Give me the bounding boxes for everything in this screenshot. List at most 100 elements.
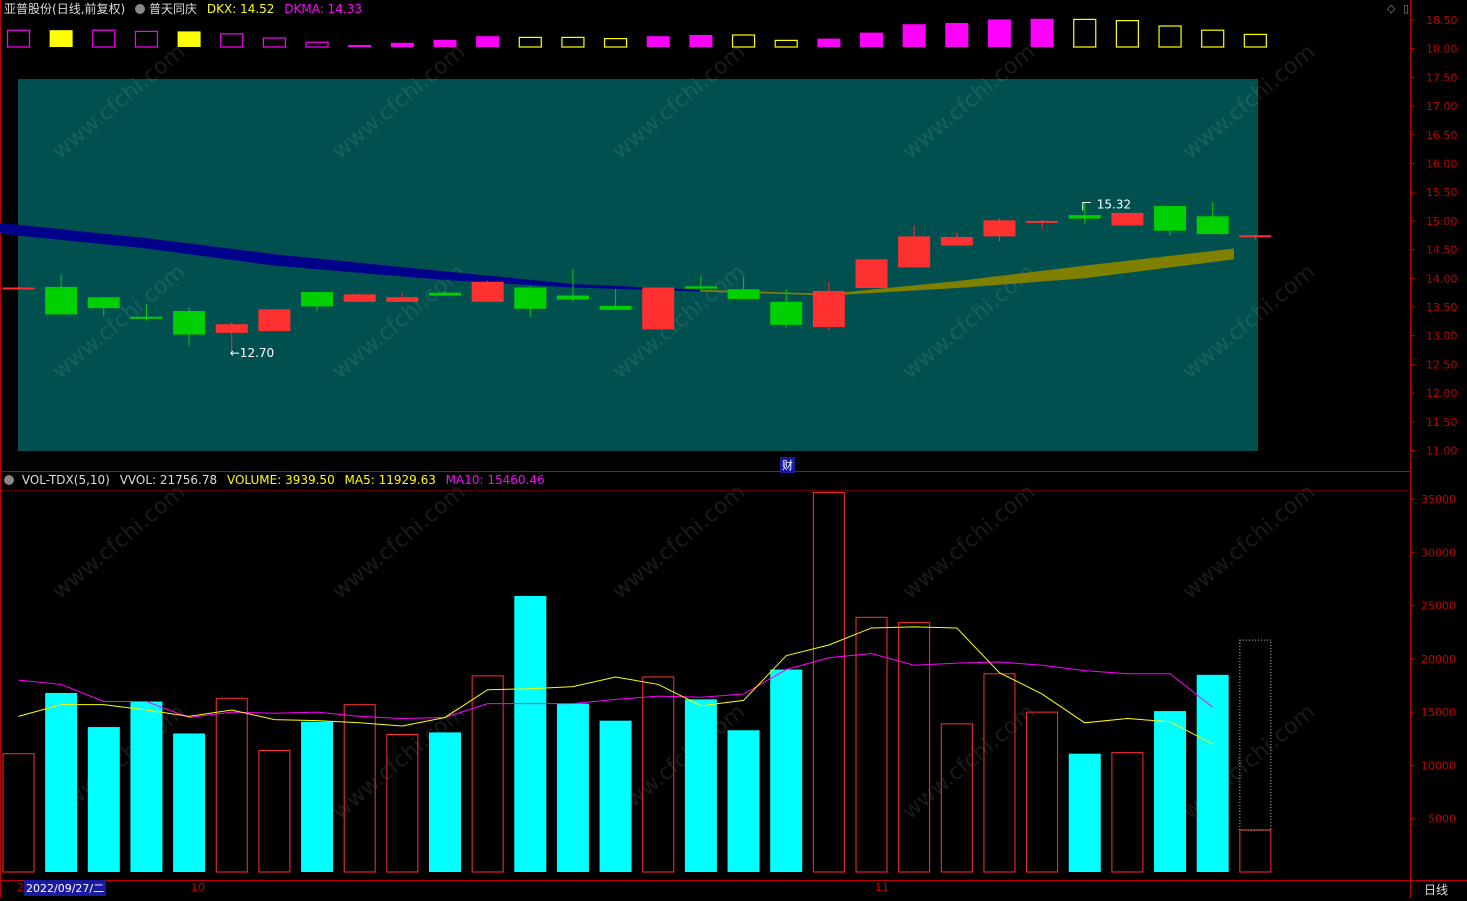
price-tick-label: 17.00 <box>1426 100 1458 113</box>
high-annotation: 15.32 <box>1097 198 1131 212</box>
ma10-value: MA10: 15460.46 <box>445 473 545 487</box>
signal-box-filled <box>689 35 713 47</box>
signal-box-filled <box>860 32 883 47</box>
signal-box-hollow <box>134 30 159 48</box>
signal-box-hollow <box>92 29 116 48</box>
volume-bar-up <box>898 622 931 873</box>
volume-tick-label: 35000 <box>1421 493 1456 506</box>
pin-icon[interactable]: ▯ <box>1403 2 1409 15</box>
candle-up <box>983 220 1016 237</box>
price-tick-label: 11.00 <box>1426 445 1458 458</box>
signal-box-filled <box>390 42 414 47</box>
candle-down <box>770 301 803 325</box>
ma5-value: MA5: 11929.63 <box>344 473 436 487</box>
signal-box-filled <box>348 45 372 47</box>
signal-box-filled <box>49 30 73 47</box>
volume-bar-up <box>215 697 248 873</box>
signal-box-hollow <box>220 33 244 48</box>
cursor-date-label: 2022/09/27/二 <box>24 880 107 896</box>
candle-down <box>130 316 163 319</box>
finance-marker[interactable]: 财 <box>780 457 795 473</box>
volume-bar-up <box>2 753 35 873</box>
indicator-dropdown-icon[interactable] <box>135 2 149 16</box>
signal-box-filled <box>987 19 1011 47</box>
signal-box-hollow <box>518 36 542 48</box>
month-tick-oct: 10 <box>191 881 205 894</box>
indicator-name[interactable]: 普天同庆 <box>149 2 197 16</box>
watermark-text: www.cfchi.com <box>328 479 470 604</box>
signal-box-hollow <box>1158 25 1182 48</box>
left-tick-label: 2 <box>17 881 24 894</box>
candle-down <box>45 286 78 315</box>
candle-up <box>812 290 845 328</box>
price-tick-label: 14.50 <box>1426 244 1458 257</box>
volume-bar-down <box>556 703 589 872</box>
volume-bar-up <box>258 750 291 873</box>
dkx-value: 14.52 <box>240 2 275 16</box>
dkma-label: DKMA: <box>284 2 324 16</box>
low-annotation: ←12.70 <box>230 346 274 360</box>
signal-box-filled <box>817 38 841 47</box>
volume-bar-up <box>1111 752 1144 873</box>
watermark-text: www.cfchi.com <box>898 699 1040 824</box>
volume-bar-down <box>1154 711 1187 872</box>
volume-bar-up <box>812 492 845 873</box>
signal-box-hollow <box>6 29 31 48</box>
candle-down <box>87 297 120 309</box>
volume-bar-up <box>1026 711 1059 873</box>
signal-box-filled <box>646 36 670 47</box>
candle-up <box>343 294 376 302</box>
volume-bar-down <box>770 669 803 872</box>
price-tick-label: 12.50 <box>1426 358 1458 371</box>
vvol-value: VVOL: 21756.78 <box>119 473 218 487</box>
candle-up <box>2 287 35 290</box>
volume-bar-up <box>471 675 504 873</box>
candle-down <box>301 292 334 307</box>
volume-tick-label: 15000 <box>1421 706 1456 719</box>
signal-box-hollow <box>561 36 585 48</box>
window-controls[interactable]: ◇ ▯ <box>1387 2 1409 15</box>
volume-bar-down <box>1068 753 1101 872</box>
signal-box-hollow <box>305 41 329 48</box>
signal-box-filled <box>902 24 926 47</box>
candle-up <box>642 287 675 330</box>
volume-bar-down <box>599 720 632 872</box>
volume-bar-down <box>429 732 461 872</box>
candle-up <box>215 324 248 333</box>
price-tick-label: 11.50 <box>1426 416 1458 429</box>
candle-up <box>1239 235 1272 238</box>
volume-indicator-name[interactable]: VOL-TDX(5,10) <box>22 473 110 487</box>
volume-header: VOL-TDX(5,10) VVOL: 21756.78 VOLUME: 393… <box>4 473 545 487</box>
signal-box-hollow <box>1073 18 1097 48</box>
candle-down <box>599 305 632 310</box>
volume-tick-label: 30000 <box>1421 546 1456 559</box>
candle-down <box>429 292 461 296</box>
month-tick-nov: 11 <box>875 881 889 894</box>
price-header: 亚普股份(日线,前复权) 普天同庆 DKX: 14.52 DKMA: 14.33 <box>4 0 362 16</box>
volume-value: VOLUME: 3939.50 <box>226 473 335 487</box>
stock-name[interactable]: 亚普股份 <box>4 2 52 16</box>
watermark-text: www.cfchi.com <box>898 479 1040 604</box>
signal-box-hollow <box>1201 29 1225 48</box>
volume-bar-down <box>684 699 717 872</box>
signal-box-hollow <box>603 37 628 48</box>
watermark-text: www.cfchi.com <box>608 479 750 604</box>
volume-bar-down <box>514 595 547 872</box>
price-tick-label: 14.00 <box>1426 272 1458 285</box>
volume-dropdown-icon[interactable] <box>4 473 18 487</box>
signal-box-hollow <box>1243 33 1267 48</box>
period-button[interactable]: 日线 <box>1424 881 1448 898</box>
chart-canvas[interactable]: www.cfchi.com www.cfchi.com www.cfchi.com w… <box>0 0 1467 898</box>
signal-box-filled <box>177 31 201 47</box>
candle-down <box>556 295 589 300</box>
price-tick-label: 15.00 <box>1426 215 1458 228</box>
chart-mode: (日线,前复权) <box>52 2 126 16</box>
candle-up <box>386 297 419 302</box>
volume-bar-up <box>1239 829 1272 873</box>
diamond-icon[interactable]: ◇ <box>1387 2 1395 15</box>
price-tick-label: 13.50 <box>1426 301 1458 314</box>
signal-box-hollow <box>774 39 798 48</box>
signal-box-filled <box>476 36 500 47</box>
chart-stage: www.cfchi.com www.cfchi.com www.cfchi.com w… <box>0 0 1467 898</box>
candle-up <box>855 259 888 289</box>
